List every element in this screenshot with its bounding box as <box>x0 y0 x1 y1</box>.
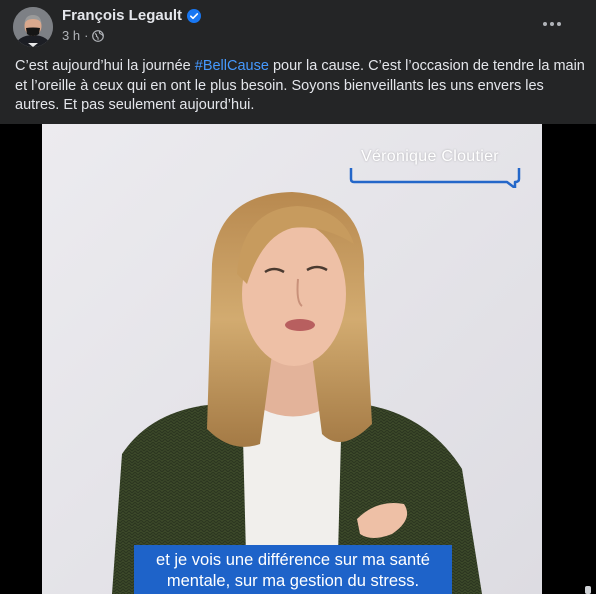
scroll-indicator <box>585 586 591 594</box>
post-message: C’est aujourd’hui la journée #BellCause … <box>15 57 585 116</box>
subtitle-line-2: mentale, sur ma gestion du stress. <box>166 571 420 590</box>
more-dot <box>550 22 554 26</box>
avatar-image <box>13 7 53 47</box>
post-meta: 3 h · <box>62 28 105 43</box>
globe-icon <box>92 29 105 42</box>
post-text-start: C’est aujourd’hui la journée <box>15 58 195 74</box>
author-avatar[interactable] <box>13 7 53 47</box>
hashtag-link[interactable]: #BellCause <box>195 58 269 74</box>
name-tag: Véronique Cloutier <box>349 144 525 188</box>
video-still-image <box>42 124 542 594</box>
more-dot <box>543 22 547 26</box>
video-subtitle: et je vois une différence sur ma santé m… <box>134 545 452 594</box>
author-name-text[interactable]: François Legault <box>62 7 182 24</box>
author-name[interactable]: François Legault <box>62 7 202 24</box>
name-tag-text: Véronique Cloutier <box>361 148 499 165</box>
verified-badge-icon <box>187 8 202 23</box>
more-options-icon[interactable] <box>538 12 566 36</box>
video-frame[interactable]: Véronique Cloutier et je vois une différ… <box>42 124 542 594</box>
post-timestamp[interactable]: 3 h <box>62 28 80 43</box>
subtitle-line-1: et je vois une différence sur ma santé <box>156 551 430 569</box>
more-dot <box>557 22 561 26</box>
meta-separator: · <box>84 28 89 43</box>
video-player[interactable]: Véronique Cloutier et je vois une différ… <box>0 124 596 594</box>
post-header: François Legault 3 h · <box>0 0 596 52</box>
